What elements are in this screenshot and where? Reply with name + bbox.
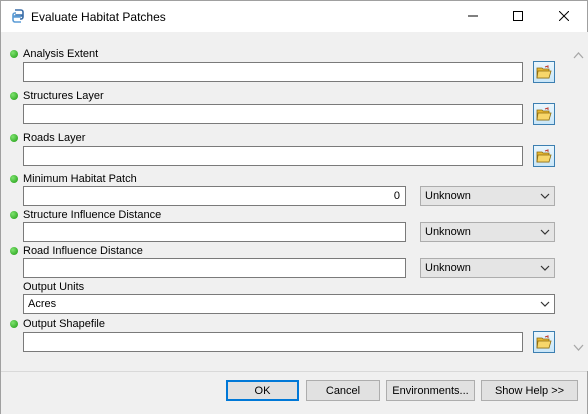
roads-layer-input[interactable] [23,146,523,166]
vertical-scrollbar[interactable] [570,47,587,357]
minimize-button[interactable] [450,1,495,31]
required-indicator-icon [10,134,18,142]
analysis-extent-label: Analysis Extent [23,48,99,60]
open-folder-icon [536,65,552,79]
road-influence-distance-label: Road Influence Distance [23,245,143,257]
required-indicator-icon [10,50,18,58]
close-icon [558,11,569,21]
road-influence-distance-label-row: Road Influence Distance [10,244,143,258]
chevron-down-icon [540,193,550,199]
minimum-habitat-patch-unit-select[interactable]: Unknown [420,186,555,206]
structures-layer-browse-button[interactable] [533,103,555,125]
output-shapefile-input[interactable] [23,332,523,352]
tool-dialog-window: Evaluate Habitat Patches Analysis Extent [0,0,588,414]
chevron-down-icon [540,265,550,271]
minimum-habitat-patch-input[interactable]: 0 [23,186,406,206]
analysis-extent-input[interactable] [23,62,523,82]
minimum-habitat-patch-label-row: Minimum Habitat Patch [10,172,137,186]
dialog-footer: OK Cancel Environments... Show Help >> [1,372,587,414]
structures-layer-label: Structures Layer [23,90,104,102]
structure-influence-distance-unit-value: Unknown [425,226,471,238]
python-script-icon [10,8,26,24]
output-units-value: Acres [28,298,57,310]
optional-spacer [10,283,18,291]
show-help-button[interactable]: Show Help >> [481,380,578,401]
output-shapefile-browse-button[interactable] [533,331,555,353]
maximize-button[interactable] [495,1,540,31]
required-indicator-icon [10,175,18,183]
ok-button[interactable]: OK [226,380,299,401]
structure-influence-distance-input[interactable] [23,222,406,242]
scrollbar-arrows [573,52,584,351]
minimum-habitat-patch-value: 0 [393,190,400,202]
required-indicator-icon [10,247,18,255]
environments-button[interactable]: Environments... [386,380,475,401]
structures-layer-input[interactable] [23,104,523,124]
output-units-select[interactable]: Acres [23,294,555,314]
output-units-label-row: Output Units [10,280,84,294]
cancel-button[interactable]: Cancel [306,380,380,401]
roads-layer-browse-button[interactable] [533,145,555,167]
required-indicator-icon [10,320,18,328]
road-influence-distance-unit-value: Unknown [425,262,471,274]
minimum-habitat-patch-unit-value: Unknown [425,190,471,202]
minimum-habitat-patch-label: Minimum Habitat Patch [23,173,137,185]
required-indicator-icon [10,92,18,100]
roads-layer-label-row: Roads Layer [10,131,85,145]
parameters-panel: Analysis Extent Structures Layer Roads L… [2,32,588,371]
road-influence-distance-unit-select[interactable]: Unknown [420,258,555,278]
structure-influence-distance-label-row: Structure Influence Distance [10,208,161,222]
road-influence-distance-input[interactable] [23,258,406,278]
output-units-label: Output Units [23,281,85,293]
close-button[interactable] [541,1,586,31]
required-indicator-icon [10,211,18,219]
window-title: Evaluate Habitat Patches [31,10,166,24]
output-shapefile-label: Output Shapefile [23,318,105,330]
chevron-down-icon [540,301,550,307]
structure-influence-distance-label: Structure Influence Distance [23,209,162,221]
open-folder-icon [536,335,552,349]
title-bar: Evaluate Habitat Patches [1,1,587,32]
open-folder-icon [536,107,552,121]
open-folder-icon [536,149,552,163]
analysis-extent-browse-button[interactable] [533,61,555,83]
minimize-icon [467,15,478,17]
structure-influence-distance-unit-select[interactable]: Unknown [420,222,555,242]
chevron-down-icon [540,229,550,235]
structures-layer-label-row: Structures Layer [10,89,104,103]
analysis-extent-label-row: Analysis Extent [10,47,98,61]
roads-layer-label: Roads Layer [23,132,86,144]
maximize-icon [512,11,523,21]
output-shapefile-label-row: Output Shapefile [10,317,105,331]
